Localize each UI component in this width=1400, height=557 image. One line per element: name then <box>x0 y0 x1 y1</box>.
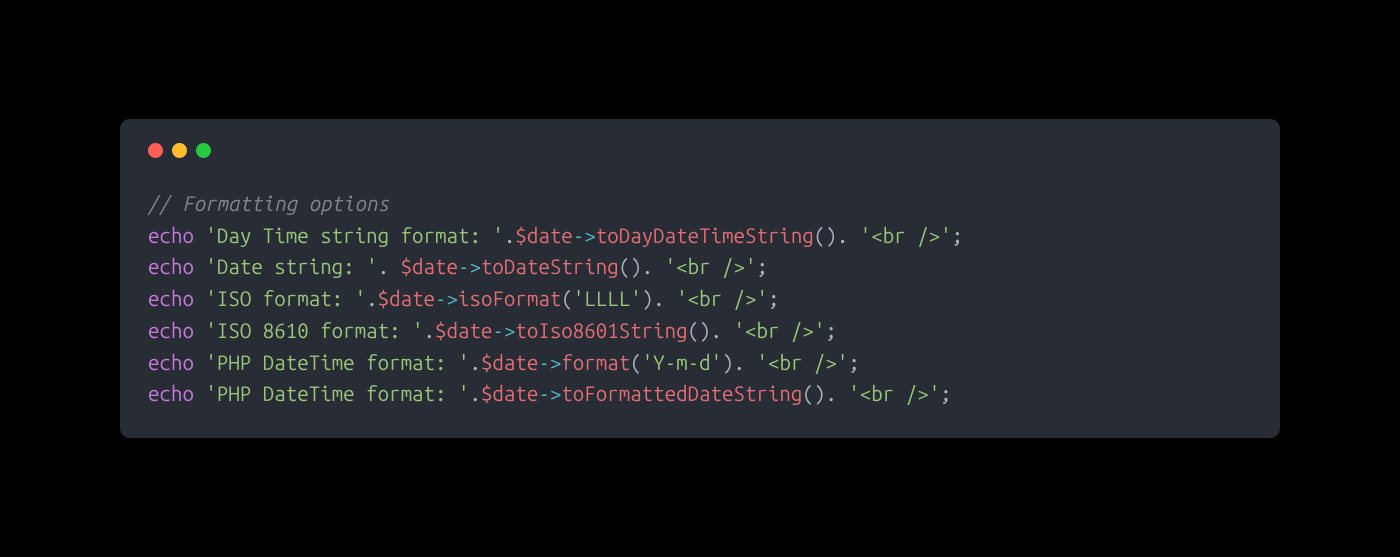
code-token: 'ISO format: ' <box>205 287 366 310</box>
code-token: // Formatting options <box>148 192 389 215</box>
code-token: ; <box>825 319 836 342</box>
code-token: 'PHP DateTime format: ' <box>205 351 469 374</box>
code-line: // Formatting options <box>148 192 389 215</box>
editor-window: // Formatting options echo 'Day Time str… <box>120 119 1280 438</box>
code-token: -> <box>573 224 596 247</box>
code-token: (). <box>802 382 848 405</box>
code-token <box>194 319 205 342</box>
code-token: 'Date string: ' <box>205 255 377 278</box>
code-token: ; <box>756 255 767 278</box>
code-token: '<br />' <box>665 255 757 278</box>
code-token: $date <box>481 382 538 405</box>
minimize-icon[interactable] <box>172 143 187 158</box>
code-token: toFormattedDateString <box>561 382 802 405</box>
code-token: toDateString <box>481 255 619 278</box>
code-line: echo 'Day Time string format: '.$date->t… <box>148 224 963 247</box>
code-token: ; <box>768 287 779 310</box>
code-token: ( <box>561 287 572 310</box>
code-token: 'Day Time string format: ' <box>205 224 503 247</box>
code-token: '<br />' <box>734 319 826 342</box>
code-token: echo <box>148 319 194 342</box>
code-token: $date <box>515 224 572 247</box>
code-token: $date <box>435 319 492 342</box>
code-token: ; <box>940 382 951 405</box>
code-token: -> <box>538 382 561 405</box>
zoom-icon[interactable] <box>196 143 211 158</box>
code-token: echo <box>148 224 194 247</box>
code-token: echo <box>148 351 194 374</box>
code-token: ; <box>952 224 963 247</box>
code-token: echo <box>148 287 194 310</box>
code-token: echo <box>148 255 194 278</box>
code-token: $date <box>378 287 435 310</box>
code-token: . <box>469 382 480 405</box>
code-token: -> <box>435 287 458 310</box>
code-line: echo 'Date string: '. $date->toDateStrin… <box>148 255 768 278</box>
code-token <box>194 255 205 278</box>
code-token: '<br />' <box>860 224 952 247</box>
code-token: . <box>469 351 480 374</box>
code-token: (). <box>814 224 860 247</box>
code-token: ( <box>630 351 641 374</box>
window-titlebar <box>148 143 1252 158</box>
code-token: '<br />' <box>848 382 940 405</box>
code-line: echo 'PHP DateTime format: '.$date->form… <box>148 351 860 374</box>
code-block: // Formatting options echo 'Day Time str… <box>148 188 1252 410</box>
code-token: (). <box>619 255 665 278</box>
code-token: . <box>378 255 401 278</box>
code-token: toDayDateTimeString <box>596 224 814 247</box>
code-token: '<br />' <box>757 351 849 374</box>
code-token: (). <box>688 319 734 342</box>
code-token: -> <box>492 319 515 342</box>
code-token: '<br />' <box>676 287 768 310</box>
code-token: . <box>504 224 515 247</box>
code-line: echo 'ISO format: '.$date->isoFormat('LL… <box>148 287 779 310</box>
code-token: -> <box>538 351 561 374</box>
code-token: . <box>366 287 377 310</box>
code-token: ). <box>642 287 676 310</box>
code-token: toIso8601String <box>515 319 687 342</box>
code-token: 'LLLL' <box>573 287 642 310</box>
code-token <box>194 351 205 374</box>
code-token: . <box>424 319 435 342</box>
code-token: -> <box>458 255 481 278</box>
code-line: echo 'PHP DateTime format: '.$date->toFo… <box>148 382 952 405</box>
code-token: echo <box>148 382 194 405</box>
close-icon[interactable] <box>148 143 163 158</box>
code-token: ). <box>722 351 756 374</box>
code-token: 'PHP DateTime format: ' <box>205 382 469 405</box>
code-token <box>194 287 205 310</box>
code-token: 'Y-m-d' <box>642 351 722 374</box>
code-token: ; <box>848 351 859 374</box>
code-token: format <box>561 351 630 374</box>
code-token: 'ISO 8610 format: ' <box>205 319 423 342</box>
code-line: echo 'ISO 8610 format: '.$date->toIso860… <box>148 319 837 342</box>
code-token: $date <box>401 255 458 278</box>
code-token: $date <box>481 351 538 374</box>
code-token: isoFormat <box>458 287 561 310</box>
code-token <box>194 224 205 247</box>
code-token <box>194 382 205 405</box>
